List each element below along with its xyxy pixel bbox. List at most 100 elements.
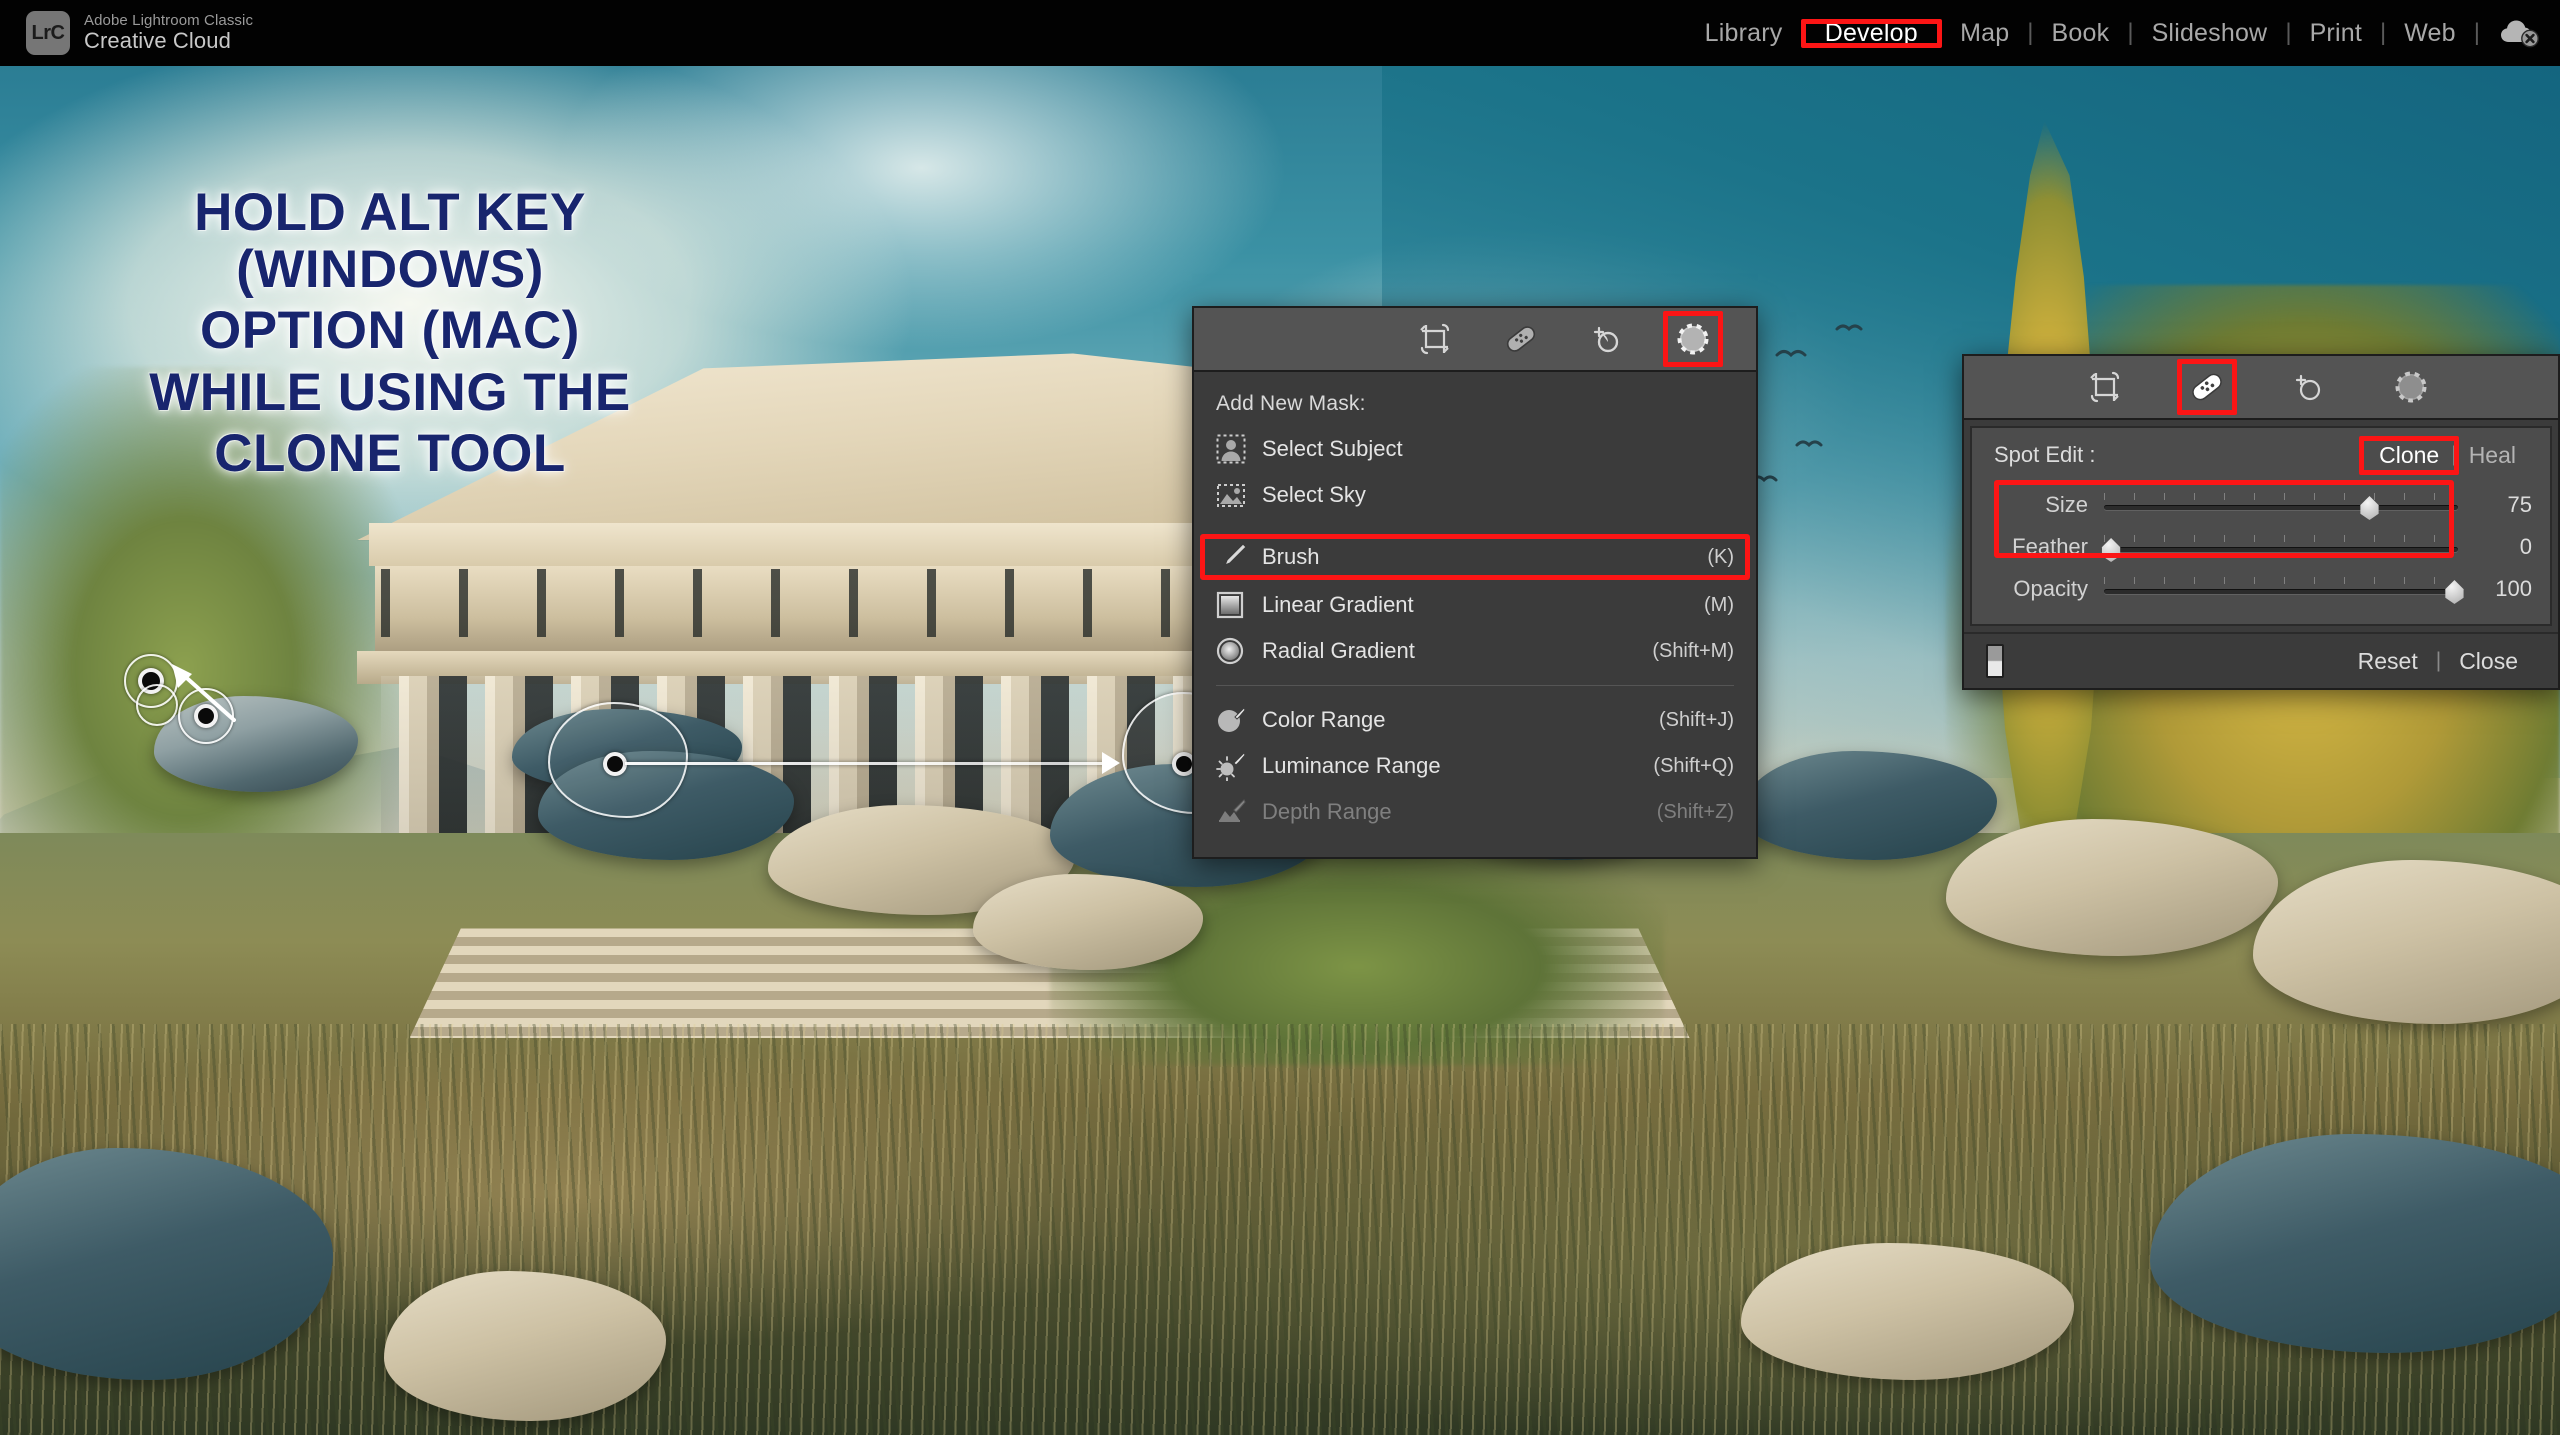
clone-connector-line-2 [625,762,1115,765]
spot-edit-title: Spot Edit : [1994,442,2096,467]
module-separator: | [2473,19,2480,46]
module-separator: | [2379,19,2387,46]
menu-label: Color Range [1262,707,1386,732]
module-develop[interactable]: Develop [1809,13,1934,54]
color-range-icon [1216,705,1252,735]
masking-tool-button[interactable] [2390,366,2432,408]
spot-edit-body: Spot Edit : Clone | Heal Size 75 Feather… [1970,426,2552,626]
menu-label: Brush [1262,544,1320,569]
size-slider-row[interactable]: Size 75 [1972,484,2550,526]
menu-shortcut: (Shift+J) [1658,708,1734,731]
opacity-slider-value: 100 [2495,576,2532,601]
select-sky-icon [1216,480,1252,510]
module-separator: | [1800,19,1807,46]
cloud-sync-off-icon[interactable] [2500,18,2540,48]
spot-tool-strip [1964,356,2558,420]
clone-mode-wrap: Clone [2359,435,2460,475]
brand-text: Adobe Lightroom Classic Creative Cloud [84,11,254,54]
menu-divider [1216,685,1734,686]
size-slider-track[interactable] [2104,505,2458,510]
rock-target-area [1740,750,1997,861]
menu-label: Linear Gradient [1262,592,1414,617]
menu-item-select-sky[interactable]: Select Sky [1194,472,1756,518]
menu-shortcut: (Shift+M) [1652,639,1734,662]
identity-plate-bar: LrC Adobe Lightroom Classic Creative Clo… [0,0,2560,66]
panel-visibility-toggle[interactable] [1986,644,2004,678]
module-slideshow[interactable]: Slideshow [2136,13,2284,54]
rock-right-pale [1945,818,2279,956]
spot-edit-footer: Reset | Close [1964,632,2558,688]
clone-source-dot-2[interactable] [603,752,627,776]
menu-item-select-subject[interactable]: Select Subject [1194,426,1756,472]
menu-label: Depth Range [1262,799,1392,824]
slider-ticks [2104,535,2458,542]
opacity-slider-track-wrap[interactable] [2104,576,2464,604]
module-print[interactable]: Print [2294,13,2378,54]
product-suite: Creative Cloud [84,28,231,54]
masking-tool-strip [1194,308,1756,372]
masking-tool-button[interactable] [1663,311,1723,367]
module-library[interactable]: Library [1689,13,1799,54]
size-slider-label: Size [2045,492,2088,517]
clone-mode-button[interactable]: Clone [2367,439,2451,471]
spot-edit-panel[interactable]: Spot Edit : Clone | Heal Size 75 Feather… [1962,354,2560,690]
feather-slider-track-wrap[interactable] [2101,534,2458,562]
module-separator: | [2027,19,2034,46]
radial-gradient-icon [1216,637,1252,665]
menu-shortcut: (Shift+Q) [1653,754,1734,777]
masking-panel[interactable]: Add New Mask: Select Subject Select Sky … [1192,306,1758,859]
red-eye-tool-button[interactable] [2288,366,2330,408]
size-slider-value: 75 [2507,492,2532,517]
add-new-mask-menu: Add New Mask: Select Subject Select Sky … [1194,372,1756,857]
close-button[interactable]: Close [2441,648,2536,675]
menu-label: Select Sky [1262,482,1366,507]
crop-tool-button[interactable] [2084,366,2126,408]
feather-slider-row[interactable]: Feather 0 [1972,526,2550,568]
module-book[interactable]: Book [2036,13,2126,54]
identity-plate[interactable]: LrC Adobe Lightroom Classic Creative Clo… [26,11,253,55]
lightroom-window: LrC Adobe Lightroom Classic Creative Clo… [0,0,2560,1435]
logo-text: LrC [31,21,65,44]
add-new-mask-header: Add New Mask: [1216,392,1366,415]
menu-item-radial-gradient[interactable]: Radial Gradient (Shift+M) [1194,628,1756,674]
brush-icon [1216,541,1252,573]
menu-item-color-range[interactable]: Color Range (Shift+J) [1194,697,1756,743]
menu-shortcut: (M) [1704,593,1734,616]
clone-direction-arrow-1 [172,664,236,722]
red-eye-tool-button[interactable] [1586,318,1628,360]
menu-label: Radial Gradient [1262,638,1415,663]
linear-gradient-icon [1216,591,1252,619]
feather-slider-value: 0 [2519,534,2532,559]
select-subject-icon [1216,434,1252,464]
spot-sliders: Size 75 Feather 0 Opacity 100 [1972,482,2550,624]
crop-tool-button[interactable] [1414,318,1456,360]
healing-brush-tool-button[interactable] [2177,359,2237,415]
module-web[interactable]: Web [2388,13,2472,54]
menu-item-depth-range: Depth Range (Shift+Z) [1194,789,1756,835]
product-name: Adobe Lightroom Classic [84,11,254,29]
luminance-range-icon [1216,751,1252,781]
menu-item-brush[interactable]: Brush (K) [1194,534,1756,580]
menu-label: Luminance Range [1262,753,1441,778]
depth-range-icon [1216,797,1252,827]
opacity-slider-track[interactable] [2104,589,2458,594]
size-slider-track-wrap[interactable] [2104,492,2458,520]
module-map[interactable]: Map [1944,13,2025,54]
menu-item-luminance-range[interactable]: Luminance Range (Shift+Q) [1194,743,1756,789]
menu-label: Select Subject [1262,436,1403,461]
module-separator: | [1935,19,1943,46]
reset-button[interactable]: Reset [2340,648,2436,675]
menu-item-linear-gradient[interactable]: Linear Gradient (M) [1194,582,1756,628]
slider-ticks [2104,577,2458,584]
healing-brush-tool-button[interactable] [1500,318,1542,360]
rock-left-pale [384,1270,666,1422]
heal-mode-button[interactable]: Heal [2457,439,2528,472]
opacity-slider-label: Opacity [2013,576,2088,601]
rock-low-center [972,873,1204,970]
spot-footer-actions: Reset | Close [2340,648,2536,675]
feather-slider-track[interactable] [2104,547,2458,552]
module-picker: Library | Develop | Map | Book | Slidesh… [1689,0,2540,66]
opacity-slider-row[interactable]: Opacity 100 [1972,568,2550,610]
spot-edit-header: Spot Edit : Clone | Heal [1972,428,2550,482]
spot-mode-switch: Clone | Heal [2359,435,2528,475]
